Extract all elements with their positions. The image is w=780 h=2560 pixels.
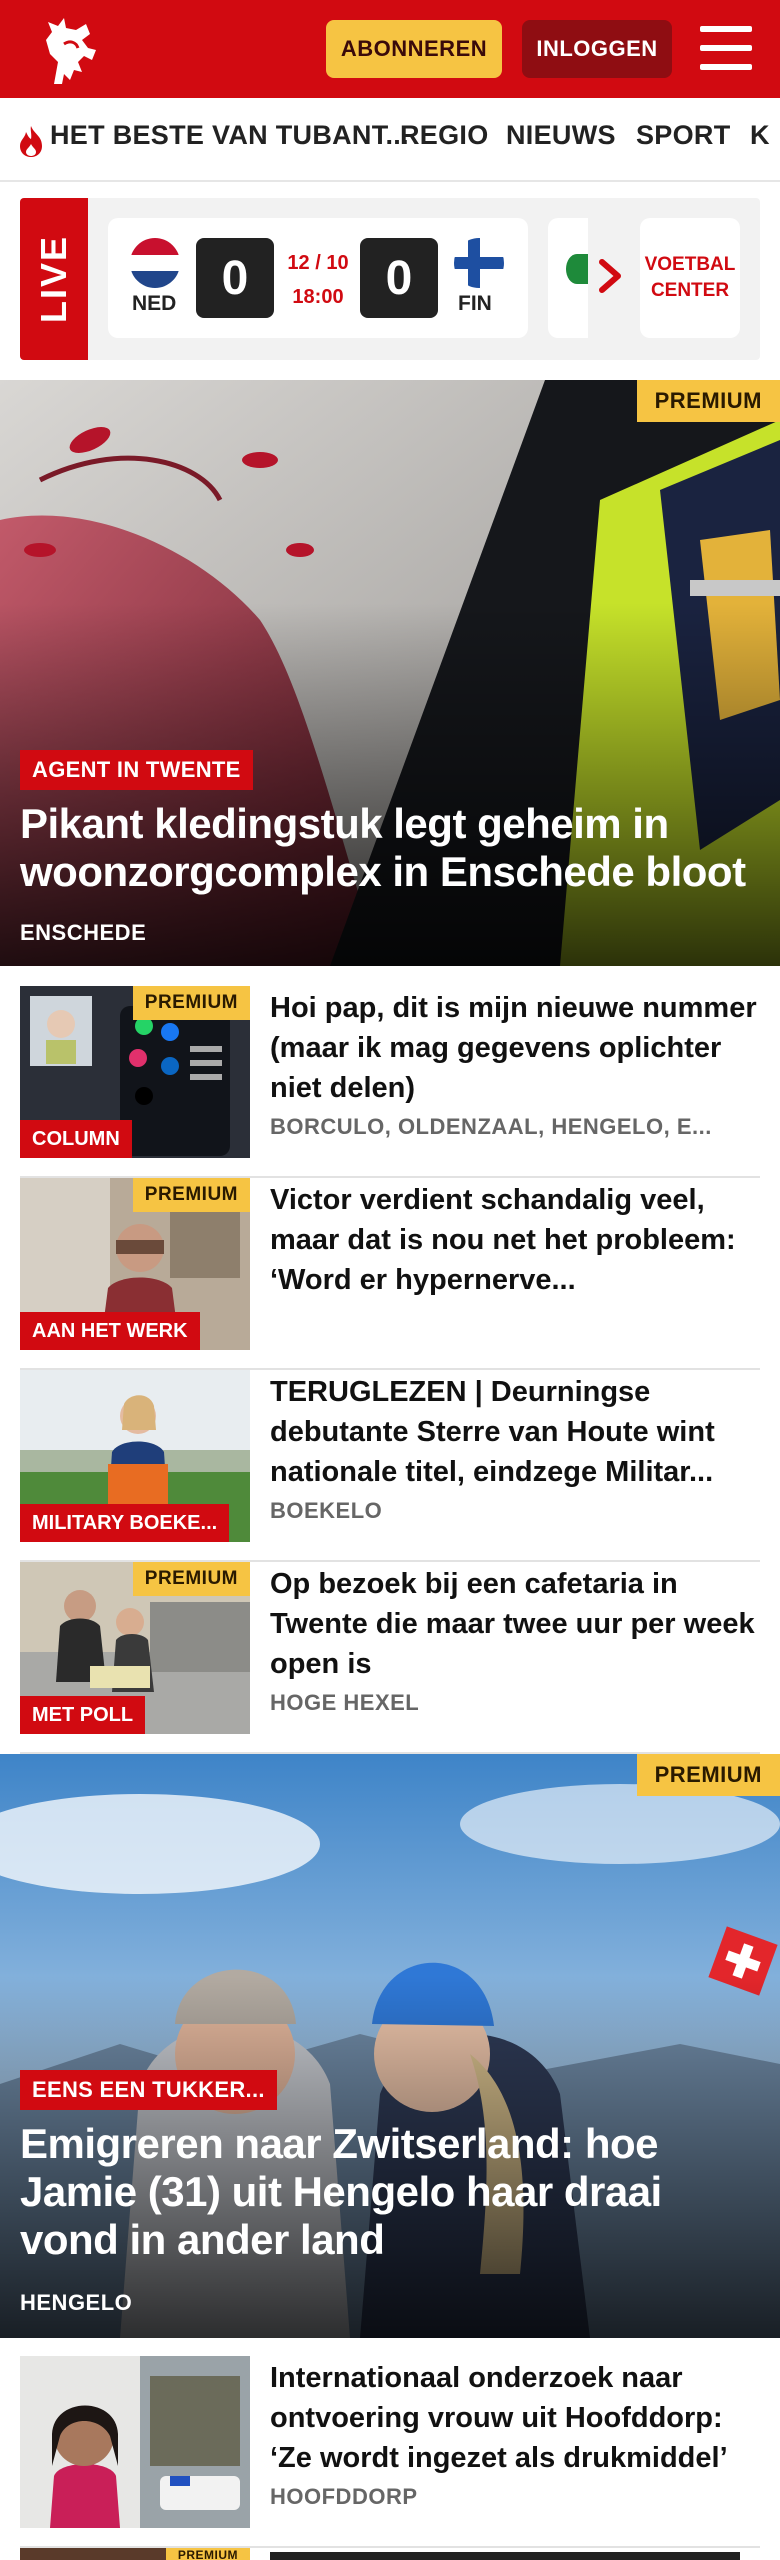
hero-article-1[interactable]: PREMIUM AGENT IN TWENTE Pikant kledingst… <box>0 380 780 966</box>
finland-flag-icon <box>454 238 504 288</box>
hero-location: HENGELO <box>20 2290 133 2315</box>
article-card[interactable]: PREMIUM COLUMN Hoi pap, dit is mijn nieu… <box>20 986 760 1178</box>
hero-kicker: AGENT IN TWENTE <box>20 750 253 790</box>
away-score: 0 <box>360 238 438 318</box>
article-card[interactable]: MILITARY BOEKE... TERUGLEZEN | Deurnings… <box>20 1370 760 1562</box>
hero-location: ENSCHEDE <box>20 920 147 945</box>
home-score: 0 <box>196 238 274 318</box>
article-thumbnail: PREMIUM <box>20 2548 250 2560</box>
flame-icon <box>20 126 42 157</box>
login-button[interactable]: INLOGGEN <box>522 20 672 78</box>
article-thumbnail: PREMIUM COLUMN <box>20 986 250 1158</box>
live-label: LIVE <box>20 198 88 360</box>
nav-item-more[interactable]: K <box>750 120 770 151</box>
hero-kicker: EENS EEN TUKKER... <box>20 2070 277 2110</box>
article-title-cut <box>270 2552 740 2560</box>
premium-badge: PREMIUM <box>132 986 250 1020</box>
nav-item-nieuws[interactable]: NIEUWS <box>506 120 616 151</box>
match-card[interactable]: NED 0 12 / 10 18:00 0 FIN <box>108 218 528 338</box>
article-kicker: MET POLL <box>20 1696 146 1734</box>
article-kicker: AAN HET WERK <box>20 1312 200 1350</box>
hero-title[interactable]: Emigreren naar Zwitserland: hoe Jamie (3… <box>20 2120 760 2264</box>
article-location: HOGE HEXEL <box>270 1690 420 1715</box>
nav-item-best-of[interactable]: HET BESTE VAN TUBANT... <box>50 120 409 151</box>
match-datetime: 12 / 10 18:00 <box>287 252 349 308</box>
article-thumbnail: PREMIUM MET POLL <box>20 1562 250 1734</box>
section-nav: HET BESTE VAN TUBANT... REGIO NIEUWS SPO… <box>0 98 780 182</box>
article-card[interactable]: PREMIUM <box>20 2548 760 2560</box>
nav-item-regio[interactable]: REGIO <box>400 120 489 151</box>
article-thumbnail: PREMIUM AAN HET WERK <box>20 1178 250 1350</box>
article-title[interactable]: TERUGLEZEN | Deurningse debutante Sterre… <box>270 1372 760 1492</box>
site-header: ABONNEREN INLOGGEN <box>0 0 780 98</box>
article-card[interactable]: PREMIUM MET POLL Op bezoek bij een cafet… <box>20 1562 760 1754</box>
chevron-right-icon[interactable] <box>596 256 626 296</box>
article-kicker: MILITARY BOEKE... <box>20 1504 230 1542</box>
article-kicker: COLUMN <box>20 1120 132 1158</box>
premium-badge: PREMIUM <box>165 2548 250 2560</box>
live-scores-strip: LIVE NED 0 12 / 10 18:00 0 FIN VOETBAL CE… <box>20 198 760 360</box>
article-card[interactable]: Internationaal onderzoek naar ontvoering… <box>20 2356 760 2548</box>
article-title[interactable]: Internationaal onderzoek naar ontvoering… <box>270 2358 760 2478</box>
premium-badge: PREMIUM <box>132 1562 250 1596</box>
match-card-next[interactable] <box>548 218 588 338</box>
article-thumbnail <box>20 2356 250 2528</box>
subscribe-button[interactable]: ABONNEREN <box>326 20 502 78</box>
nav-item-sport[interactable]: SPORT <box>636 120 731 151</box>
away-team: FIN <box>458 292 492 315</box>
article-title[interactable]: Op bezoek bij een cafetaria in Twente di… <box>270 1564 760 1684</box>
netherlands-flag-icon <box>130 238 180 288</box>
article-title[interactable]: Victor verdient schandalig veel, maar da… <box>270 1180 760 1300</box>
article-location: HOOFDDORP <box>270 2484 418 2509</box>
premium-badge: PREMIUM <box>636 380 780 422</box>
voetbal-center-link[interactable]: VOETBAL CENTER <box>640 218 740 338</box>
premium-badge: PREMIUM <box>132 1178 250 1212</box>
hamburger-menu-icon[interactable] <box>700 26 752 70</box>
hero-title[interactable]: Pikant kledingstuk legt geheim in woonzo… <box>20 800 760 896</box>
article-thumbnail: MILITARY BOEKE... <box>20 1370 250 1542</box>
home-team: NED <box>132 292 177 315</box>
hero-article-2[interactable]: PREMIUM EENS EEN TUKKER... Emigreren naa… <box>0 1754 780 2338</box>
article-card[interactable]: PREMIUM AAN HET WERK Victor verdient sch… <box>20 1178 760 1370</box>
article-location: BOEKELO <box>270 1498 383 1523</box>
article-location: BORCULO, OLDENZAAL, HENGELO, E... <box>270 1114 712 1139</box>
article-title[interactable]: Hoi pap, dit is mijn nieuwe nummer (maar… <box>270 988 760 1108</box>
tubantia-horse-logo-icon[interactable] <box>34 10 106 90</box>
premium-badge: PREMIUM <box>636 1754 780 1796</box>
